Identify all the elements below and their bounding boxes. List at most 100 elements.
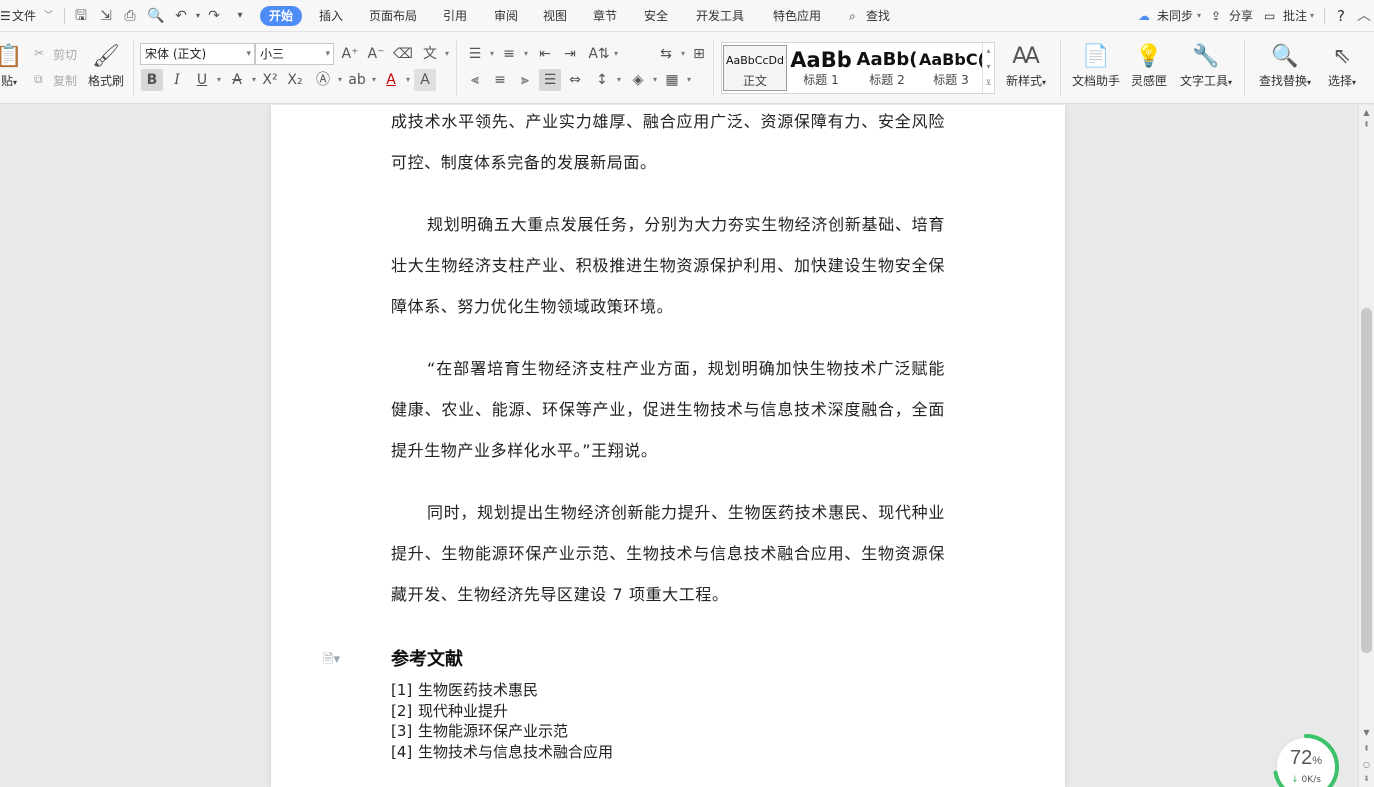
search-button[interactable]: 查找: [866, 0, 890, 32]
undo-dropdown-icon[interactable]: ▾: [190, 8, 206, 24]
tab-home[interactable]: 开始: [260, 6, 303, 26]
paragraph[interactable]: 成技术水平领先、产业实力雄厚、融合应用广泛、资源保障有力、安全风险可控、制度体系…: [391, 105, 945, 183]
style-heading-1[interactable]: AaBb 标题 1: [789, 45, 853, 91]
prev-page-icon[interactable]: ⇞: [1359, 743, 1374, 755]
format-painter-button[interactable]: 🖌 格式刷: [86, 42, 126, 89]
scroll-up-icon[interactable]: ▲: [1359, 107, 1374, 119]
align-right-icon[interactable]: ⫸: [514, 69, 536, 91]
font-color-icon[interactable]: A: [380, 69, 410, 91]
inspiration-button[interactable]: 💡 灵感匣: [1128, 42, 1170, 89]
tab-references[interactable]: 引用: [443, 0, 467, 32]
tab-view[interactable]: 视图: [543, 0, 567, 32]
vertical-scrollbar[interactable]: ▲ ⇞ ▼ ⇞ ○ ⇟: [1358, 105, 1374, 787]
document-workspace[interactable]: 成技术水平领先、产业实力雄厚、融合应用广泛、资源保障有力、安全风险可控、制度体系…: [0, 105, 1358, 787]
strikethrough-icon[interactable]: A: [226, 69, 256, 91]
numbered-list-icon[interactable]: ≡: [498, 43, 528, 65]
align-left-icon[interactable]: ⫷: [464, 69, 486, 91]
cut-button[interactable]: 剪切: [53, 46, 77, 63]
sync-status[interactable]: 未同步: [1157, 0, 1193, 32]
tab-insert[interactable]: 插入: [319, 0, 343, 32]
style-heading-2[interactable]: AaBb( 标题 2: [855, 45, 919, 91]
underline-icon[interactable]: U: [191, 69, 221, 91]
tab-page-layout[interactable]: 页面布局: [369, 0, 417, 32]
increase-indent-icon[interactable]: ⇥: [559, 43, 581, 65]
decrease-font-icon[interactable]: A⁻: [365, 43, 387, 65]
align-center-icon[interactable]: ≡: [489, 69, 511, 91]
cloud-sync-icon[interactable]: ☁: [1138, 0, 1150, 32]
help-button[interactable]: ?: [1337, 0, 1345, 32]
comment-button[interactable]: 批注: [1283, 0, 1307, 32]
sort-icon[interactable]: ⇆: [655, 43, 685, 65]
distributed-icon[interactable]: ⇔: [564, 69, 586, 91]
phonetic-guide-icon[interactable]: 文: [419, 43, 449, 65]
paragraph[interactable]: 规划明确五大重点发展任务，分别为大力夯实生物经济创新基础、培育壮大生物经济支柱产…: [391, 204, 945, 327]
tab-developer[interactable]: 开发工具: [696, 0, 744, 32]
chevron-down-icon[interactable]: ▾: [1197, 0, 1201, 32]
increase-font-icon[interactable]: A⁺: [339, 43, 361, 65]
shading-icon[interactable]: ◈: [627, 69, 657, 91]
speed-widget[interactable]: 72% ↓ 0K/s: [1272, 733, 1340, 787]
prev-page-icon[interactable]: ⇞: [1359, 119, 1374, 131]
file-menu[interactable]: 文件: [12, 0, 36, 32]
document-page[interactable]: 成技术水平领先、产业实力雄厚、融合应用广泛、资源保障有力、安全风险可控、制度体系…: [271, 105, 1065, 787]
document-body[interactable]: 成技术水平领先、产业实力雄厚、融合应用广泛、资源保障有力、安全风险可控、制度体系…: [391, 105, 945, 636]
tab-review[interactable]: 审阅: [494, 0, 518, 32]
undo-icon[interactable]: ↶: [173, 8, 189, 24]
bold-icon[interactable]: B: [141, 69, 163, 91]
decrease-indent-icon[interactable]: ⇤: [534, 43, 556, 65]
scrollbar-thumb[interactable]: [1361, 308, 1372, 653]
chevron-down-icon[interactable]: ▾: [1310, 0, 1314, 32]
search-icon[interactable]: ⌕: [849, 0, 856, 32]
menu-icon[interactable]: ☰: [0, 0, 11, 32]
show-marks-icon[interactable]: ⊞: [688, 43, 710, 65]
paste-button[interactable]: 📋 贴▾: [0, 42, 24, 89]
clear-format-icon[interactable]: ⌫: [392, 43, 414, 65]
tab-security[interactable]: 安全: [644, 0, 668, 32]
paragraph[interactable]: “在部署培育生物经济支柱产业方面，规划明确加快生物技术广泛赋能健康、农业、能源、…: [391, 348, 945, 471]
justify-icon[interactable]: ☰: [539, 69, 561, 91]
chevron-down-icon[interactable]: ﹀: [44, 0, 53, 32]
italic-icon[interactable]: I: [166, 69, 188, 91]
tab-chapter[interactable]: 章节: [593, 0, 617, 32]
print-preview-icon[interactable]: 🔍: [147, 8, 164, 24]
save-icon[interactable]: 🖫: [73, 8, 89, 24]
reference-item[interactable]: [1] 生物医药技术惠民: [391, 680, 613, 701]
subscript-icon[interactable]: X₂: [284, 69, 306, 91]
paragraph[interactable]: 同时，规划提出生物经济创新能力提升、生物医药技术惠民、现代种业提升、生物能源环保…: [391, 492, 945, 615]
next-page-icon[interactable]: ⇟: [1359, 773, 1374, 785]
bullet-list-icon[interactable]: ☰: [464, 43, 494, 65]
print-icon[interactable]: ⎙: [122, 8, 138, 24]
copy-button[interactable]: 复制: [53, 72, 77, 89]
new-style-button[interactable]: Ꜳ 新样式▾: [1000, 42, 1052, 89]
borders-icon[interactable]: ▦: [661, 69, 691, 91]
highlight-icon[interactable]: ab: [346, 69, 376, 91]
font-size-select[interactable]: 小三: [255, 43, 334, 65]
superscript-icon[interactable]: X²: [259, 69, 281, 91]
comment-icon[interactable]: ▭: [1264, 0, 1275, 32]
gallery-scroll[interactable]: ▴ ▾ ⊻: [982, 43, 994, 93]
char-shading-icon[interactable]: A: [414, 69, 436, 91]
select-button[interactable]: ⇖ 选择▾: [1322, 42, 1362, 89]
scroll-down-icon[interactable]: ▼: [1359, 727, 1374, 739]
reference-item[interactable]: [4] 生物技术与信息技术融合应用: [391, 742, 613, 763]
reference-item[interactable]: [3] 生物能源环保产业示范: [391, 721, 613, 742]
collapse-ribbon-icon[interactable]: ︿: [1357, 0, 1371, 32]
style-heading-3[interactable]: AaBbC( 标题 3: [919, 45, 983, 91]
line-spacing-icon[interactable]: ↕: [591, 69, 621, 91]
text-tools-button[interactable]: 🔧 文字工具▾: [1176, 42, 1236, 89]
paragraph-menu-icon[interactable]: 🗎▾: [323, 650, 340, 672]
redo-icon[interactable]: ↷: [206, 8, 222, 24]
share-button[interactable]: 分享: [1229, 0, 1253, 32]
export-icon[interactable]: ⇲: [98, 8, 114, 24]
references-heading[interactable]: 参考文献: [391, 645, 463, 671]
reference-item[interactable]: [2] 现代种业提升: [391, 701, 613, 722]
text-effect-icon[interactable]: Ⓐ: [312, 69, 342, 91]
customize-toolbar-icon[interactable]: ▾: [232, 8, 248, 24]
doc-assistant-button[interactable]: 📄 文档助手: [1070, 42, 1122, 89]
style-normal[interactable]: AaBbCcDd 正文: [723, 45, 787, 91]
share-icon[interactable]: ⇪: [1211, 0, 1221, 32]
tab-special-apps[interactable]: 特色应用: [773, 0, 821, 32]
font-name-select[interactable]: 宋体 (正文): [140, 43, 255, 65]
text-direction-icon[interactable]: A⇅: [588, 43, 618, 65]
find-replace-button[interactable]: 🔍 查找替换▾: [1254, 42, 1316, 89]
